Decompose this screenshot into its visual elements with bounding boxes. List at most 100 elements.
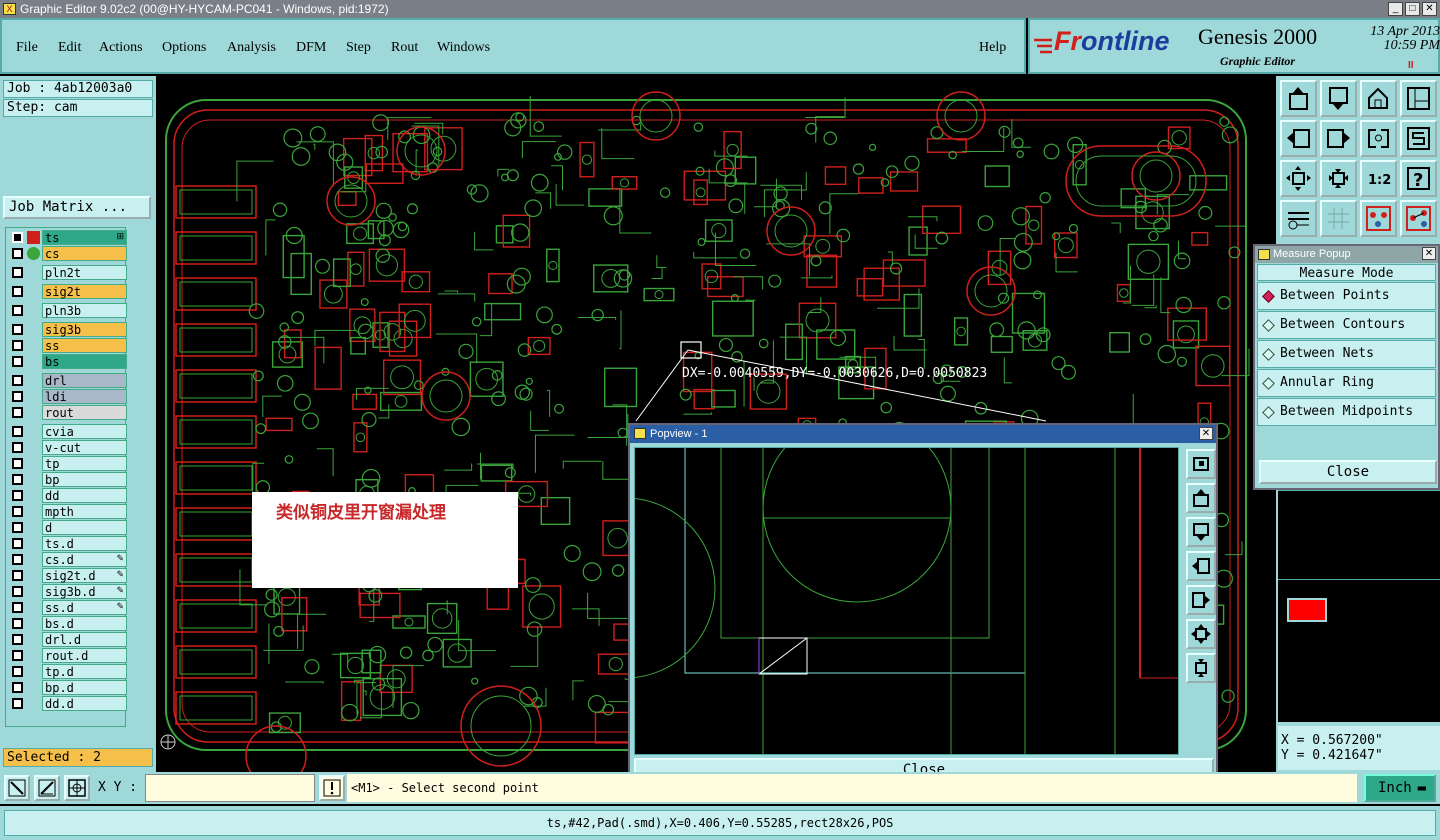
layer-name[interactable]: sig3b xyxy=(42,322,127,337)
layer-checkbox[interactable] xyxy=(12,232,23,243)
layer-row[interactable]: ss xyxy=(9,338,127,353)
measure-close-button[interactable]: Close xyxy=(1259,460,1437,484)
window-split-icon[interactable] xyxy=(1400,80,1437,117)
layer-checkbox[interactable] xyxy=(12,522,23,533)
layer-row[interactable]: v-cut xyxy=(9,440,127,455)
layer-name[interactable]: cvia xyxy=(42,424,127,439)
net-connect-icon[interactable] xyxy=(1400,200,1437,237)
layer-row[interactable]: cvia xyxy=(9,424,127,439)
layer-row[interactable]: rout xyxy=(9,405,127,420)
zoom-in-icon[interactable] xyxy=(1320,160,1357,197)
layer-name[interactable]: v-cut xyxy=(42,440,127,455)
layer-name[interactable]: pln2t xyxy=(42,265,127,280)
layer-row[interactable]: dd xyxy=(9,488,127,503)
layer-checkbox[interactable] xyxy=(12,474,23,485)
layer-name[interactable]: dd.d xyxy=(42,696,127,711)
layer-checkbox[interactable] xyxy=(12,570,23,581)
layer-row[interactable]: pln2t xyxy=(9,265,127,280)
layer-name[interactable]: tp xyxy=(42,456,127,471)
layer-name[interactable]: cs xyxy=(42,246,127,261)
layer-checkbox[interactable] xyxy=(12,698,23,709)
alert-icon[interactable] xyxy=(319,775,345,801)
layer-row[interactable]: bp xyxy=(9,472,127,487)
popview-pan-right-icon[interactable] xyxy=(1186,585,1216,615)
menu-options[interactable]: Options xyxy=(162,40,206,56)
menu-rout[interactable]: Rout xyxy=(391,40,418,56)
pan-down-icon[interactable] xyxy=(1320,80,1357,117)
layer-row[interactable]: cs xyxy=(9,246,127,261)
zoom-1-2-icon[interactable]: 1:2 xyxy=(1360,160,1397,197)
popview-close-icon[interactable]: ✕ xyxy=(1199,427,1213,440)
layer-row[interactable]: ldi xyxy=(9,389,127,404)
layer-checkbox[interactable] xyxy=(12,602,23,613)
maximize-button[interactable]: □ xyxy=(1405,2,1420,16)
popview-pan-left-icon[interactable] xyxy=(1186,551,1216,581)
option-between-contours[interactable]: Between Contours xyxy=(1257,311,1436,339)
net-highlight-icon[interactable] xyxy=(1360,200,1397,237)
layer-checkbox[interactable] xyxy=(12,442,23,453)
layer-checkbox[interactable] xyxy=(12,356,23,367)
rotate-s-icon[interactable] xyxy=(1400,120,1437,157)
menu-analysis[interactable]: Analysis xyxy=(227,40,276,56)
layer-checkbox[interactable] xyxy=(12,586,23,597)
mirror-icon[interactable] xyxy=(1360,120,1397,157)
layer-settings-icon[interactable] xyxy=(1280,200,1317,237)
menu-actions[interactable]: Actions xyxy=(99,40,143,56)
layer-row[interactable]: bs xyxy=(9,354,127,369)
snap-grid-icon[interactable] xyxy=(64,775,90,801)
option-annular-ring[interactable]: Annular Ring xyxy=(1257,369,1436,397)
layer-checkbox[interactable] xyxy=(12,666,23,677)
layer-checkbox[interactable] xyxy=(12,490,23,501)
layer-checkbox[interactable] xyxy=(12,375,23,386)
minimize-button[interactable]: _ xyxy=(1388,2,1403,16)
pause-indicator[interactable]: II xyxy=(1408,60,1414,71)
layer-row[interactable]: cs.d ✎ xyxy=(9,552,127,567)
layer-checkbox[interactable] xyxy=(12,407,23,418)
popview-pan-up-icon[interactable] xyxy=(1186,483,1216,513)
layer-row[interactable]: tp.d xyxy=(9,664,127,679)
menu-step[interactable]: Step xyxy=(346,40,371,56)
layer-checkbox[interactable] xyxy=(12,286,23,297)
layer-row[interactable]: dd.d xyxy=(9,696,127,711)
layer-row[interactable]: sig3b.d ✎ xyxy=(9,584,127,599)
layer-name[interactable]: ts.d xyxy=(42,536,127,551)
option-between-points[interactable]: Between Points xyxy=(1257,282,1436,310)
pan-left-icon[interactable] xyxy=(1280,120,1317,157)
popview-zoom-in-icon[interactable] xyxy=(1186,653,1216,683)
layer-row[interactable]: ss.d ✎ xyxy=(9,600,127,615)
layer-name[interactable]: drl.d xyxy=(42,632,127,647)
layer-row[interactable]: sig2t.d ✎ xyxy=(9,568,127,583)
layer-row[interactable]: rout.d xyxy=(9,648,127,663)
layer-checkbox[interactable] xyxy=(12,506,23,517)
layer-row[interactable]: sig3b xyxy=(9,322,127,337)
menu-edit[interactable]: Edit xyxy=(58,40,81,56)
layer-checkbox[interactable] xyxy=(12,248,23,259)
layer-name[interactable]: ss xyxy=(42,338,127,353)
layer-name[interactable]: ts xyxy=(42,230,127,245)
layer-name[interactable]: rout.d xyxy=(42,648,127,663)
menu-dfm[interactable]: DFM xyxy=(296,40,326,56)
menu-file[interactable]: File xyxy=(16,40,38,56)
layer-checkbox[interactable] xyxy=(12,426,23,437)
snap-off-icon[interactable] xyxy=(4,775,30,801)
popview-zoom-fit-icon[interactable] xyxy=(1186,449,1216,479)
layer-name[interactable]: bs.d xyxy=(42,616,127,631)
layer-checkbox[interactable] xyxy=(12,538,23,549)
home-icon[interactable] xyxy=(1360,80,1397,117)
layer-checkbox[interactable] xyxy=(12,634,23,645)
popview-canvas[interactable] xyxy=(634,447,1179,755)
layer-checkbox[interactable] xyxy=(12,267,23,278)
layer-checkbox[interactable] xyxy=(12,554,23,565)
layer-checkbox[interactable] xyxy=(12,391,23,402)
layer-checkbox[interactable] xyxy=(12,458,23,469)
layer-name[interactable]: bp.d xyxy=(42,680,127,695)
layer-checkbox[interactable] xyxy=(12,650,23,661)
layer-name[interactable]: sig3b.d xyxy=(42,584,127,599)
layer-checkbox[interactable] xyxy=(12,305,23,316)
grid-icon[interactable] xyxy=(1320,200,1357,237)
snap-angle-icon[interactable] xyxy=(34,775,60,801)
layer-row[interactable]: pln3b xyxy=(9,303,127,318)
layer-name[interactable]: drl xyxy=(42,373,127,388)
layer-row[interactable]: d xyxy=(9,520,127,535)
layer-name[interactable]: rout xyxy=(42,405,127,420)
